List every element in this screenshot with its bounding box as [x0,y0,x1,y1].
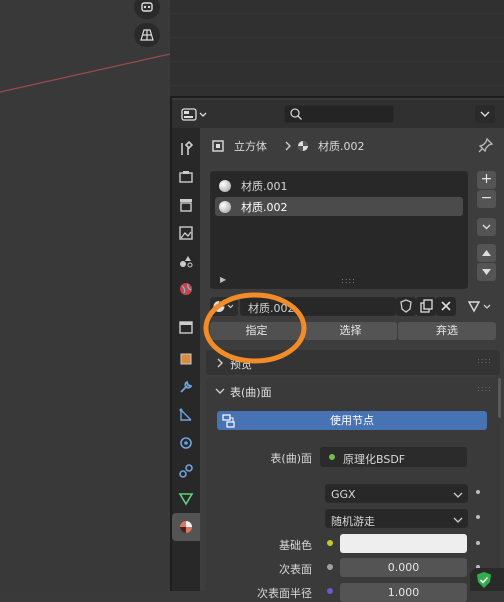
subsurface-label: 次表面 [279,563,312,576]
chevron-down-icon [215,388,225,394]
render-tab-icon[interactable] [172,163,200,191]
material-name-field[interactable]: 材质.002 [240,297,396,316]
slot-label: 材质.002 [241,200,288,214]
search-input[interactable] [284,105,394,123]
particles-tab-icon[interactable] [172,401,200,429]
outliner-area[interactable] [170,0,504,98]
view-layer-tab-icon[interactable] [172,219,200,247]
chevron-right-icon [285,141,291,151]
distribution-dropdown[interactable]: GGX [325,484,468,503]
editor-type-button[interactable] [180,106,210,123]
orthographic-grid-icon[interactable] [134,23,160,47]
properties-tabs [172,128,200,591]
vector-socket-icon [327,588,333,594]
color-socket-icon [327,540,333,546]
chevron-down-icon [453,492,463,498]
subsurface-field[interactable]: 0.000 [340,558,467,577]
3d-viewport[interactable] [0,0,170,591]
link-type-button[interactable] [466,297,496,316]
base-color-swatch[interactable] [340,534,467,553]
modifier-tab-icon[interactable] [172,373,200,401]
slot-specials-button[interactable] [477,218,496,236]
object-icon [212,140,224,152]
object-tab-icon[interactable] [172,345,200,373]
subsurface-method-dropdown[interactable]: 随机游走 [325,509,468,528]
fake-user-shield-icon[interactable] [396,297,416,316]
properties-header [172,100,504,128]
constraints-tab-icon[interactable] [172,457,200,485]
material-slot-list[interactable]: 材质.001 材质.002 ▶ :::: [210,171,468,289]
move-slot-down-button[interactable] [477,263,496,281]
node-tree-icon [222,414,235,428]
breadcrumb-material: 材质.002 [318,140,365,153]
surface-panel-title: 表(曲)面 [230,386,272,399]
options-dropdown-button[interactable] [475,105,495,123]
use-nodes-button[interactable]: 使用节点 [217,411,487,430]
status-area [470,568,504,591]
assign-button[interactable]: 指定 [210,322,303,340]
surface-shader-value: 原理化BSDF [343,453,406,466]
chevron-right-icon [217,358,223,368]
breadcrumb: 立方体 材质.002 [212,138,482,154]
keyframe-dot[interactable] [476,490,480,494]
shader-socket-icon [329,454,335,460]
world-tab-icon[interactable] [172,275,200,303]
breadcrumb-object: 立方体 [234,140,267,153]
duplicate-material-icon[interactable] [416,297,436,316]
surface-label: 表(曲)面 [270,452,312,465]
move-slot-up-button[interactable] [477,244,496,262]
base-color-label: 基础色 [279,539,312,552]
surface-panel-header[interactable]: 表(曲)面 :::: [206,380,500,402]
material-icon [298,141,308,151]
list-filter-toggle[interactable]: ▶ [220,275,226,284]
add-slot-button[interactable]: + [477,171,496,189]
remove-slot-button[interactable]: − [477,190,496,208]
material-tab-icon[interactable] [172,513,200,541]
tool-tab-icon[interactable] [172,135,200,163]
use-nodes-label: 使用节点 [330,414,374,427]
scene-tab-icon[interactable] [172,247,200,275]
preview-panel-header[interactable]: 预览 :::: [206,350,500,375]
x-axis-line [0,53,170,93]
distribution-value: GGX [331,488,356,501]
output-tab-icon[interactable] [172,191,200,219]
material-sphere-icon [219,180,231,192]
keyframe-dot[interactable] [476,515,480,519]
material-sphere-icon [219,200,231,213]
search-icon [290,108,302,120]
panel-drag-handle[interactable]: :::: [477,384,492,393]
physics-tab-icon[interactable] [172,429,200,457]
select-button[interactable]: 选择 [304,322,397,340]
shield-check-icon [477,572,491,588]
unlink-material-icon[interactable] [436,297,456,316]
preview-panel-title: 预览 [230,358,252,371]
properties-scrollbar[interactable] [498,378,501,418]
viewport-grid [0,53,170,93]
collection-tab-icon[interactable] [172,313,200,341]
deselect-button[interactable]: 弃选 [398,322,496,340]
float-socket-icon [327,564,333,570]
surface-shader-field[interactable]: 原理化BSDF [320,447,467,467]
data-tab-icon[interactable] [172,485,200,513]
browse-material-button[interactable] [210,297,238,316]
slot-label: 材质.001 [241,180,288,193]
subsurface-radius-field[interactable]: 1.000 [340,583,467,602]
subsurface-method-value: 随机游走 [331,515,375,528]
chevron-down-icon [453,517,463,523]
subsurface-radius-label: 次表面半径 [257,587,312,600]
list-item-selected[interactable]: 材质.002 [215,197,463,216]
panel-drag-handle[interactable]: :::: [477,356,492,365]
keyframe-dot[interactable] [476,541,480,545]
pin-icon[interactable] [477,136,495,154]
list-item[interactable]: 材质.001 [215,177,463,195]
list-resize-handle[interactable]: :::: [341,276,356,285]
